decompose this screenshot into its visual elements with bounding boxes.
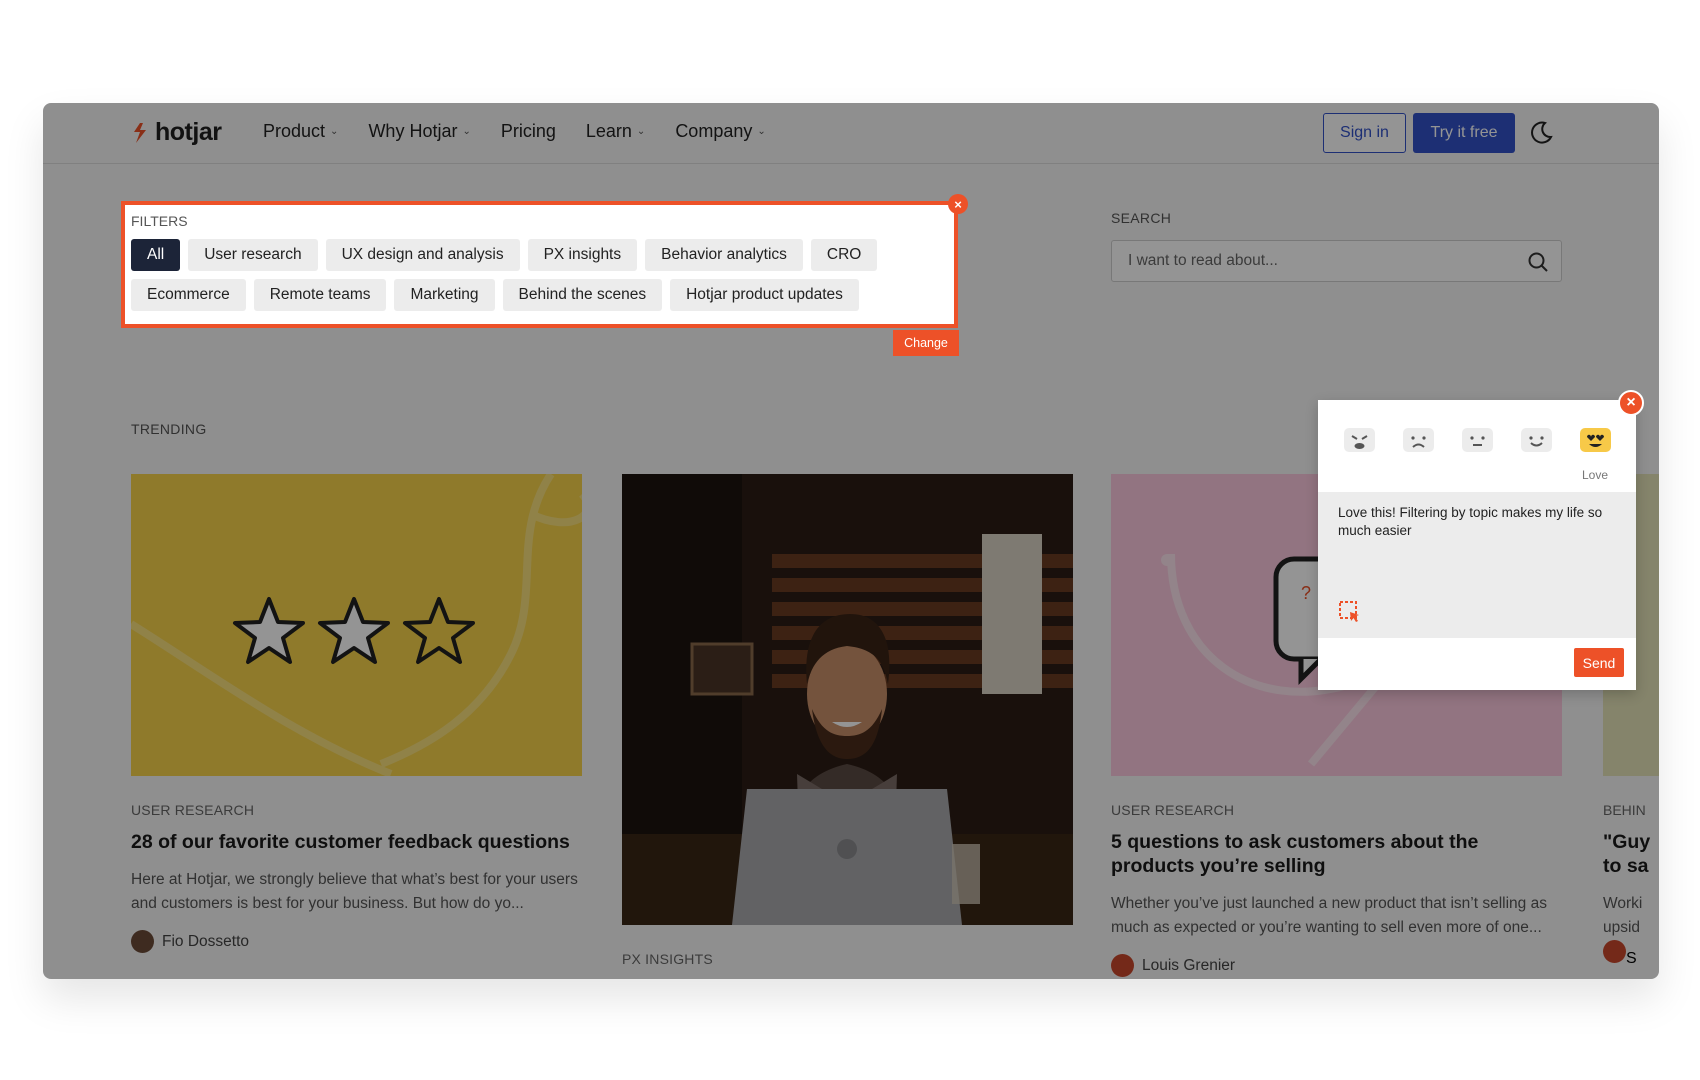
filters-label: FILTERS [131,213,188,229]
avatar [1603,940,1626,963]
title-line: "Guy [1603,831,1651,853]
page: hotjar Product ⌄ Why Hotjar ⌄ Pricing Lear… [43,103,1659,979]
article-author: Louis Grenier [1111,954,1562,977]
avatar [131,930,154,953]
nav-company[interactable]: Company ⌄ [675,121,765,142]
nav-label: Why Hotjar [368,121,458,141]
nav-label: Product [263,121,326,141]
article-category: PX INSIGHTS [622,951,713,967]
filter-chip-marketing[interactable]: Marketing [394,279,495,311]
nav-product[interactable]: Product ⌄ [263,121,338,142]
article-thumbnail[interactable] [622,474,1073,925]
filter-chip-all[interactable]: All [131,239,181,271]
filter-chip-behind-the-scenes[interactable]: Behind the scenes [502,279,663,311]
filter-chip-cro[interactable]: CRO [810,239,878,271]
sign-in-button[interactable]: Sign in [1323,113,1406,153]
selected-rating-label: Love [1582,468,1609,482]
close-icon[interactable]: × [948,194,968,214]
filter-chip-px-insights[interactable]: PX insights [527,239,638,271]
filter-chip-behavior-analytics[interactable]: Behavior analytics [645,239,803,271]
nav-label: Pricing [500,121,556,141]
chevron-down-icon: ⌄ [636,126,646,137]
excerpt-line: upsid [1603,919,1641,936]
article-excerpt: Whether you’ve just launched a new produ… [1111,895,1547,936]
filter-chip-product-updates[interactable]: Hotjar product updates [670,279,859,311]
feedback-widget: Love Love this! Filtering by topic makes… [1318,400,1636,690]
avatar [1111,954,1134,977]
excerpt-line: Worki [1603,895,1643,912]
neutral-face-icon[interactable] [1460,424,1495,456]
article-category: BEHIN [1603,802,1646,818]
like-face-icon[interactable] [1519,424,1554,456]
filter-chip-ecommerce[interactable]: Ecommerce [131,279,246,311]
feedback-text: Love this! Filtering by topic makes my l… [1338,505,1603,538]
chevron-down-icon: ⌄ [462,126,471,137]
main-nav: Product ⌄ Why Hotjar ⌄ Pricing Learn ⌄ Comp… [263,121,766,142]
stars-illustration [131,474,582,776]
title-line: to sa [1603,855,1649,877]
article-thumbnail[interactable] [131,474,582,776]
love-face-icon[interactable] [1578,424,1613,456]
article-card[interactable]: USER RESEARCH 28 of our favorite custome… [131,474,582,953]
author-name: Louis Grenier [1142,956,1236,974]
try-free-button[interactable]: Try it free [1413,113,1515,153]
article-author: S [1603,940,1659,968]
article-card[interactable]: PX INSIGHTS [622,474,1073,967]
article-excerpt: Here at Hotjar, we strongly believe that… [131,871,578,912]
nav-label: Company [675,121,753,141]
filters-highlight: FILTERS All User research UX design and … [121,201,958,328]
article-excerpt: Worki upsid [1603,892,1659,940]
nav-label: Learn [585,121,632,141]
filter-chip-user-research[interactable]: User research [188,239,318,271]
hate-face-icon[interactable] [1342,424,1377,456]
nav-learn[interactable]: Learn ⌄ [586,121,645,142]
nav-why-hotjar[interactable]: Why Hotjar ⌄ [368,121,470,142]
author-name: S [1626,950,1637,967]
nav-pricing[interactable]: Pricing [501,121,556,142]
search-box [1111,240,1562,282]
moon-icon[interactable] [1528,120,1554,151]
author-name: Fio Dossetto [162,932,250,950]
search-icon[interactable] [1527,251,1549,273]
feedback-textarea[interactable]: Love this! Filtering by topic makes my l… [1318,492,1636,638]
article-title[interactable]: "Guy to sa [1603,830,1659,878]
article-category: USER RESEARCH [131,802,255,818]
man-with-laptop-photo [622,474,1073,925]
close-icon[interactable]: × [1618,390,1644,416]
logo-text: hotjar [155,118,222,146]
site-header: hotjar Product ⌄ Why Hotjar ⌄ Pricing Lear… [43,103,1659,164]
article-title[interactable]: 28 of our favorite customer feedback que… [131,830,582,854]
filter-chip-remote-teams[interactable]: Remote teams [253,279,387,311]
filter-chip-ux-design[interactable]: UX design and analysis [325,239,520,271]
search-label: SEARCH [1111,210,1172,226]
select-element-icon[interactable] [1338,600,1362,624]
dislike-face-icon[interactable] [1401,424,1436,456]
search-input[interactable] [1128,241,1508,281]
chevron-down-icon: ⌄ [757,126,766,137]
trending-label: TRENDING [131,421,207,437]
chevron-down-icon: ⌄ [330,126,339,137]
article-title[interactable]: 5 questions to ask customers about the p… [1111,830,1562,878]
change-button[interactable]: Change [893,330,959,356]
article-category: USER RESEARCH [1111,802,1235,818]
article-author: Fio Dossetto [131,930,582,953]
filter-chips: All User research UX design and analysis… [131,239,931,311]
svg-text:?: ? [1301,583,1311,603]
hotjar-logo[interactable]: hotjar [131,118,222,147]
browser-window: hotjar Product ⌄ Why Hotjar ⌄ Pricing Lear… [43,103,1659,979]
rating-faces [1342,424,1613,456]
hotjar-logo-icon [134,122,146,143]
send-button[interactable]: Send [1574,648,1624,677]
